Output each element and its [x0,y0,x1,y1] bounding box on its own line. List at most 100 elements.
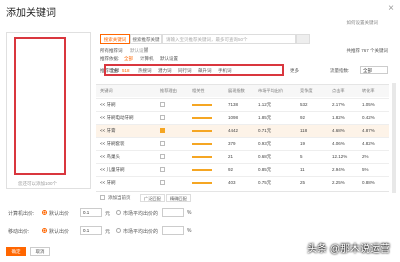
row-impressions: 403 [228,180,236,185]
search-input[interactable]: 请输入宝贝推荐关键词，最多可查询50个 [162,34,296,44]
table-row[interactable]: << 牙刷套装 379 0.93元 19 4.06% 4.82% [96,137,389,150]
pc-default-radio[interactable] [42,210,47,215]
filter-basis-default[interactable]: 默认设置 [160,56,178,62]
row-competition: 5 [300,154,303,159]
mobile-default-radio[interactable] [42,228,47,233]
chip-rising[interactable]: 飙升词 [198,68,212,74]
row-bid: 0.71元 [258,128,272,133]
row-cvr: 0.88% [362,180,375,185]
row-keyword[interactable]: << 牙刷电动牙刷 [100,115,134,121]
row-ctr: 2.94% [332,167,345,172]
row-keyword[interactable]: << 牙刷套装 [100,141,125,147]
table-scrollbar[interactable] [392,83,396,193]
relevance-bar [192,182,212,184]
chip-hot[interactable]: 热搜词 [138,68,152,74]
table-row[interactable]: << 牙刷 7138 1.12元 532 2.17% 1.05% [96,98,389,111]
col-cvr[interactable]: 转化率 [362,88,375,94]
sort-label: 流量指数: [330,68,350,73]
recommend-total: 共推荐 767 个关键词 [346,48,388,53]
row-ctr: 12.12% [332,154,348,159]
row-ctr: 1.82% [332,115,345,120]
relevance-bar [192,169,212,171]
row-keyword[interactable]: << 鸟巢头 [100,154,120,160]
col-impressions[interactable]: 展现指数 [228,88,245,94]
row-competition: 118 [300,128,308,133]
divider [96,191,389,192]
sort-select[interactable]: 全部 [360,66,388,74]
mobile-market-radio[interactable] [116,228,121,233]
filter-label-all: 所有推荐词 [100,48,123,53]
mobile-default-label: 默认出价 [49,229,70,235]
col-avg-bid[interactable]: 市场平均出价 [258,88,283,94]
col-ctr[interactable]: 点击率 [332,88,345,94]
row-impressions: 21 [228,154,234,159]
chip-all[interactable]: 全部 [110,68,119,74]
mobile-bid-input[interactable]: 0.1 [80,226,102,235]
row-ctr: 4.68% [332,128,345,133]
relevance-bar [192,143,212,145]
row-bid: 1.85元 [258,115,272,120]
exact-match-button[interactable]: 精确匹配 [166,194,191,202]
highlight-box-left [14,37,66,175]
search-button[interactable] [296,34,310,44]
watermark-text: 头条 @那木说运营 [307,244,390,255]
filter-basis-pc[interactable]: 计算机 [140,56,154,62]
chip-potential[interactable]: 潜力词 [158,68,172,74]
select-all-checkbox[interactable] [100,195,105,200]
table-row[interactable]: << 牙刷电动牙刷 1098 1.85元 92 1.82% 0.42% [96,111,389,124]
help-link[interactable]: 如何设置关键词 [347,20,379,26]
row-checkbox[interactable] [160,154,165,159]
relevance-bar [192,104,212,106]
row-checkbox[interactable] [160,102,165,107]
table-row[interactable]: << 牙刷 403 0.75元 25 2.25% 0.88% [96,176,389,189]
row-checkbox[interactable] [160,167,165,172]
row-checkbox[interactable] [160,115,165,120]
col-relevance: 相关性 [192,88,205,93]
row-cvr: 1.05% [362,102,375,107]
row-keyword[interactable]: << 牙刷 [100,180,116,186]
row-checkbox[interactable] [160,180,165,185]
table-row[interactable]: << 鸟巢头 21 0.68元 5 12.12% 2% [96,150,389,163]
row-ctr: 2.17% [332,102,345,107]
row-checkbox[interactable] [160,141,165,146]
confirm-button[interactable]: 确定 [6,247,26,256]
broad-match-button[interactable]: 广泛匹配 [140,194,165,202]
row-keyword[interactable]: << 牙膏 [100,128,116,134]
relevance-bar [192,117,212,119]
chip-peer[interactable]: 同行词 [178,68,192,74]
mobile-bid-label: 移动出价: [8,229,30,235]
row-bid: 1.12元 [258,102,272,107]
filter-option-default[interactable]: 默认设置 [130,48,148,54]
mobile-market-input[interactable] [162,226,184,235]
cancel-button[interactable]: 取消 [30,247,50,256]
row-ctr: 2.25% [332,180,345,185]
row-bid: 0.93元 [258,141,272,146]
pc-default-label: 默认出价 [49,211,70,217]
table-row-selected[interactable]: << 牙膏 4442 0.71元 118 4.68% 4.87% [96,124,389,137]
row-impressions: 1098 [228,115,239,120]
tab-recommend-keywords[interactable]: 搜索推荐关键词 [130,34,162,52]
filter-basis-all[interactable]: 全部 [124,56,133,62]
relevance-bar [192,156,212,158]
col-reason: 推荐理由 [160,88,177,93]
row-impressions: 92 [228,167,234,172]
chip-count[interactable]: 518 [122,68,130,73]
col-competition[interactable]: 竞争度 [300,88,313,94]
pc-bid-input[interactable]: 0.1 [80,208,102,217]
mobile-bid-unit: 元 [105,229,111,235]
add-current-page[interactable]: 添加当前页 [108,195,131,201]
table-row[interactable]: << 儿童牙刷 92 0.85元 11 2.94% 5% [96,163,389,176]
row-keyword[interactable]: << 儿童牙刷 [100,167,125,173]
filter-label-basis: 推荐依据: [100,56,120,61]
col-keyword: 关键词 [100,88,113,93]
tab-search-keywords[interactable]: 搜索关键词 [100,34,130,44]
pc-market-input[interactable] [162,208,184,217]
pc-market-radio[interactable] [116,210,121,215]
row-competition: 11 [300,167,305,172]
mobile-pct-unit: % [187,228,192,234]
chip-mobile[interactable]: 手机词 [218,68,232,74]
row-checkbox-checked[interactable] [160,128,165,133]
close-icon[interactable]: × [388,3,394,14]
more-dropdown[interactable]: 更多 [290,68,299,74]
row-keyword[interactable]: << 牙刷 [100,102,116,108]
